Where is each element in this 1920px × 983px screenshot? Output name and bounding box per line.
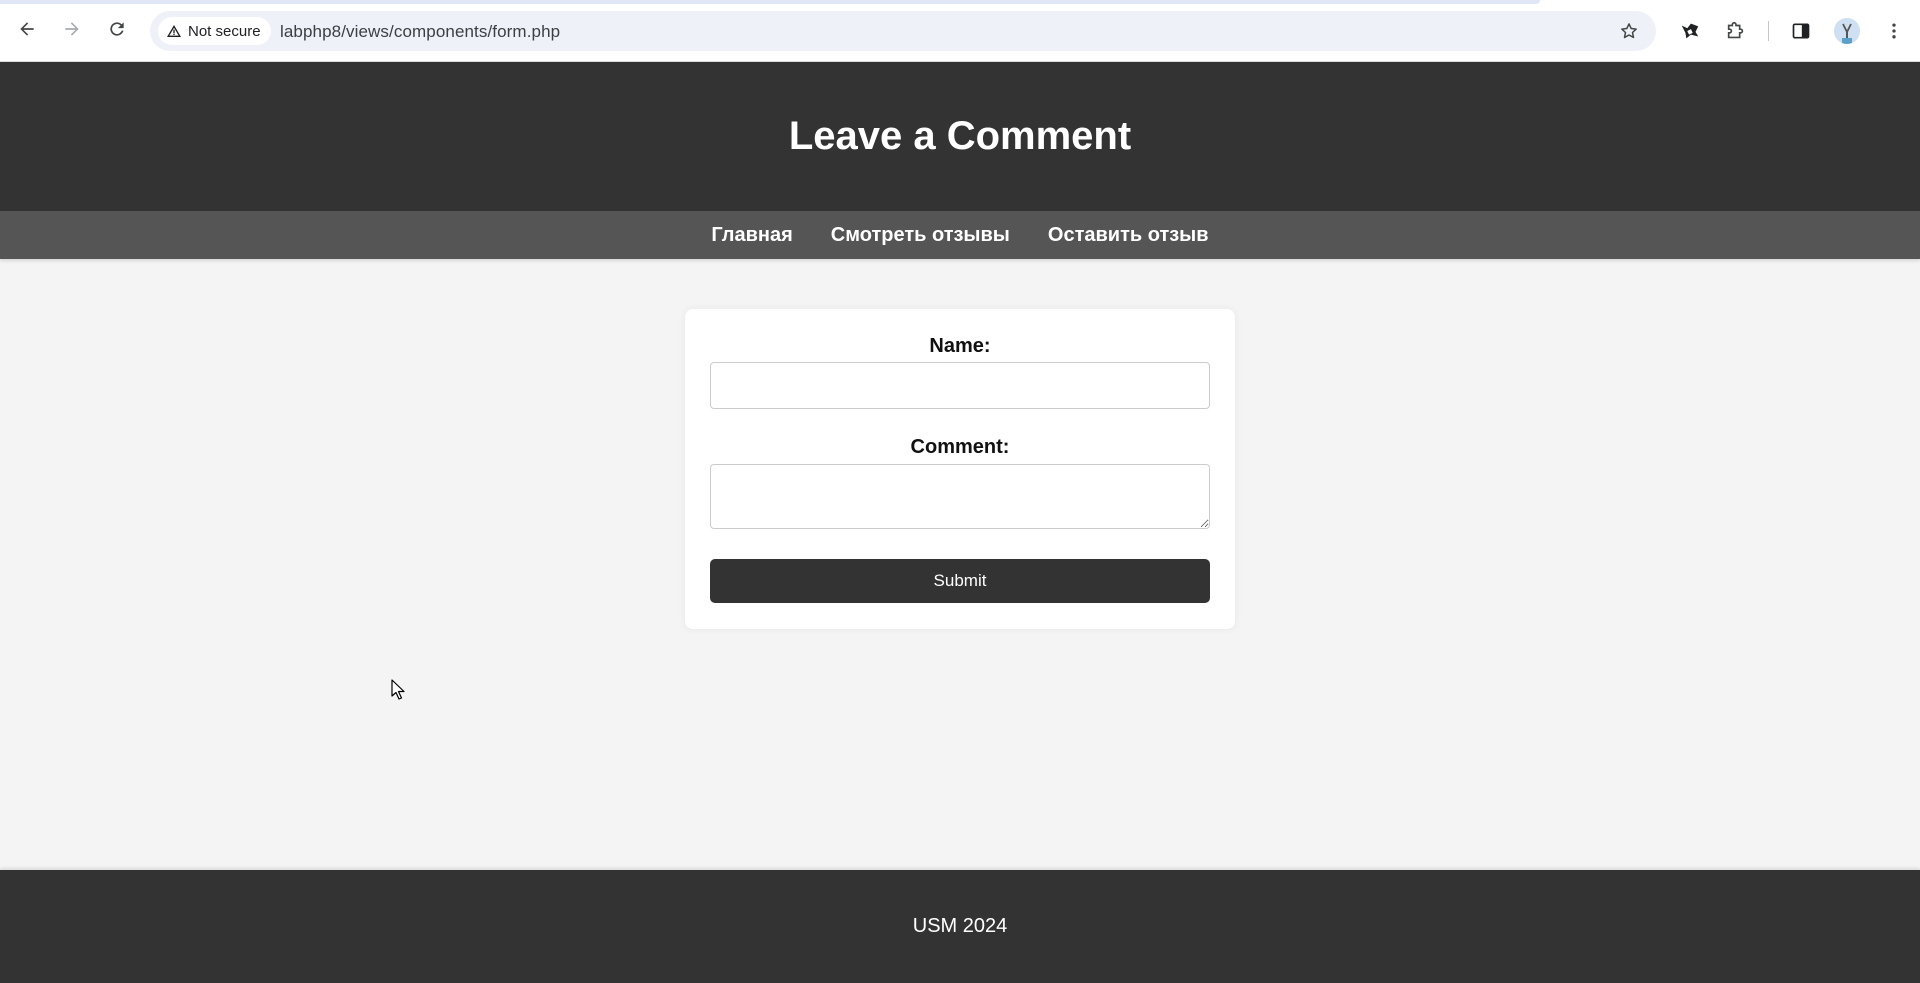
puzzle-icon	[1727, 21, 1744, 39]
arrow-left-icon	[20, 22, 34, 36]
address-bar[interactable]: Not secure labphp8/views/components/form…	[150, 11, 1656, 51]
avatar[interactable]	[1834, 18, 1860, 44]
main-nav: Главная Смотреть отзывы Оставить отзыв	[0, 211, 1920, 259]
site-footer: USM 2024	[0, 870, 1920, 983]
back-button[interactable]	[15, 17, 39, 41]
nav-link-leave-review[interactable]: Оставить отзыв	[1048, 224, 1209, 247]
nav-link-home[interactable]: Главная	[711, 224, 792, 247]
comment-textarea[interactable]	[710, 464, 1210, 529]
extensions-button[interactable]	[1723, 18, 1749, 44]
page-title: Leave a Comment	[788, 114, 1132, 158]
footer-text: USM 2024	[912, 915, 1008, 937]
warning-triangle-icon	[167, 25, 181, 37]
site-header: Leave a Comment	[0, 62, 1920, 211]
profile-picture	[1834, 18, 1860, 44]
forward-button[interactable]	[60, 17, 84, 41]
tab-strip-edge	[0, 0, 1540, 4]
reload-icon	[110, 22, 124, 36]
side-panel-button[interactable]	[1788, 18, 1814, 44]
comment-label: Comment:	[910, 436, 1010, 458]
reload-button[interactable]	[105, 17, 129, 41]
browser-toolbar: Not secure labphp8/views/components/form…	[0, 0, 1920, 62]
extension-icon	[1681, 23, 1699, 39]
browser-menu-button[interactable]	[1881, 18, 1907, 44]
security-label: Not secure	[188, 22, 261, 40]
side-panel-icon	[1792, 23, 1810, 39]
nav-link-view-reviews[interactable]: Смотреть отзывы	[831, 224, 1010, 247]
toolbar-separator	[1768, 21, 1769, 41]
security-chip[interactable]: Not secure	[158, 17, 271, 45]
url-text[interactable]: labphp8/views/components/form.php	[280, 22, 560, 42]
star-icon	[1621, 23, 1637, 39]
mouse-cursor-icon	[391, 679, 405, 700]
extension-button[interactable]	[1677, 18, 1703, 44]
comment-form: Name: Comment: Submit	[685, 309, 1235, 629]
name-input[interactable]	[710, 362, 1210, 409]
name-label: Name:	[929, 335, 991, 357]
submit-button[interactable]: Submit	[710, 559, 1210, 603]
more-vert-icon	[1892, 23, 1896, 39]
bookmark-button[interactable]	[1618, 20, 1640, 42]
arrow-right-icon	[65, 22, 79, 36]
